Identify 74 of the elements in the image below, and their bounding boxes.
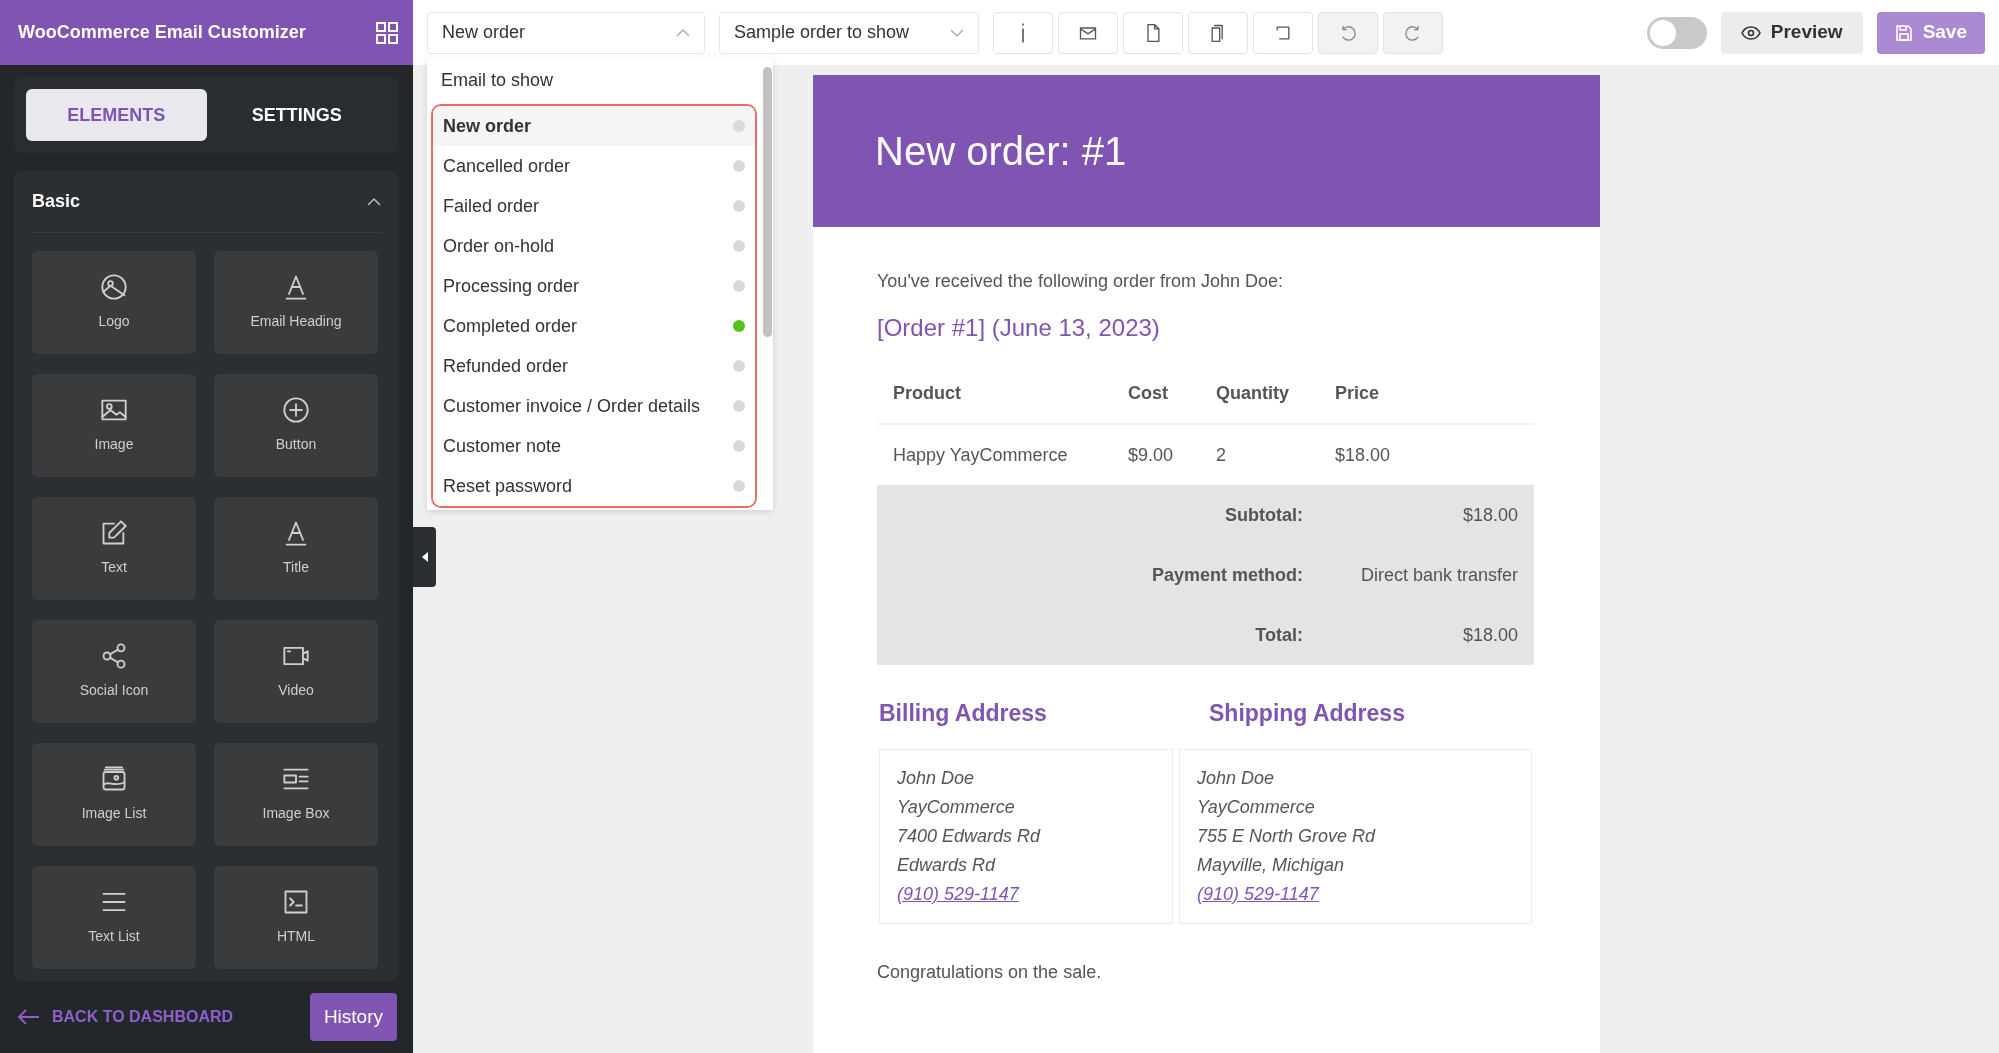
- table-cell: $18.00: [1319, 424, 1534, 485]
- image-stack-icon: [100, 765, 128, 793]
- toolbar-button[interactable]: [1123, 11, 1183, 54]
- column-header: Quantity: [1200, 363, 1319, 424]
- app-title: WooCommerce Email Customizer: [18, 21, 306, 44]
- section-title: Basic: [32, 190, 81, 213]
- phone-link[interactable]: (910) 529-1147: [897, 884, 1019, 904]
- table-cell: $9.00: [1112, 424, 1200, 485]
- address-line: Edwards Rd: [897, 855, 996, 875]
- address-title: Shipping Address: [1209, 700, 1405, 726]
- address-line: 7400 Edwards Rd: [897, 826, 1041, 846]
- history-button[interactable]: History: [309, 992, 397, 1042]
- plus-circle-icon: [282, 396, 310, 424]
- element-tile[interactable]: Email Heading: [214, 251, 378, 354]
- address-title: Billing Address: [879, 700, 1047, 726]
- toolbar-button[interactable]: [1058, 11, 1118, 54]
- address-line: 755 E North Grove Rd: [1197, 826, 1376, 846]
- phone-link[interactable]: (910) 529-1147: [1197, 884, 1319, 904]
- total-label: Subtotal:: [877, 485, 1319, 545]
- total-value: $18.00: [1319, 605, 1534, 665]
- order-link[interactable]: [Order #1] (June 13, 2023): [877, 314, 1160, 341]
- element-tile[interactable]: Image: [32, 374, 196, 477]
- element-tile[interactable]: Text: [32, 497, 196, 600]
- eye-icon: [1740, 25, 1761, 40]
- table-cell: 2: [1200, 424, 1319, 485]
- tab[interactable]: SETTINGS: [206, 89, 387, 141]
- element-tile[interactable]: Social Icon: [32, 620, 196, 723]
- tab[interactable]: ELEMENTS: [26, 89, 207, 141]
- edit-icon: [100, 519, 128, 547]
- total-value: $18.00: [1319, 485, 1534, 545]
- image-circle-icon: [100, 273, 128, 301]
- column-header: Product: [877, 363, 1112, 424]
- address-line: YayCommerce: [897, 797, 1015, 817]
- element-tile[interactable]: Image List: [32, 743, 196, 846]
- column-header: Price: [1319, 363, 1534, 424]
- total-label: Payment method:: [877, 545, 1319, 605]
- table-cell: Happy YayCommerce: [877, 424, 1112, 485]
- element-tile[interactable]: Text List: [32, 866, 196, 969]
- column-header: Cost: [1112, 363, 1200, 424]
- chevron-icon: [950, 28, 964, 37]
- total-value: Direct bank transfer: [1319, 545, 1534, 605]
- chevron-icon[interactable]: [367, 197, 381, 206]
- total-label: Total:: [877, 605, 1319, 665]
- preview-button[interactable]: Preview: [1720, 11, 1863, 54]
- caret-icon: [420, 552, 429, 562]
- address-line: John Doe: [897, 768, 975, 788]
- terminal-icon: [282, 888, 310, 916]
- share-icon: [100, 642, 128, 670]
- toggle-switch[interactable]: [1646, 16, 1707, 49]
- arrow-left-icon: [18, 1009, 40, 1025]
- menu-header: Email to show: [440, 69, 555, 92]
- collapse-button[interactable]: [413, 527, 436, 587]
- chevron-icon: [676, 28, 690, 37]
- sample-select[interactable]: Sample order to show: [719, 11, 979, 54]
- address-line: YayCommerce: [1197, 797, 1315, 817]
- element-tile[interactable]: Logo: [32, 251, 196, 354]
- save-icon: [1894, 23, 1913, 42]
- email-select[interactable]: New order: [427, 11, 705, 54]
- element-tile[interactable]: HTML: [214, 866, 378, 969]
- email-heading: New order: #1: [813, 75, 1600, 227]
- info-icon: [1021, 21, 1025, 44]
- address-line: Mayville, Michigan: [1197, 855, 1345, 875]
- scrollbar-thumb[interactable]: [763, 67, 772, 337]
- toolbar-button[interactable]: [1188, 11, 1248, 54]
- grid-icon[interactable]: [375, 20, 399, 45]
- menu-item[interactable]: New order: [433, 106, 755, 146]
- element-tile[interactable]: Title: [214, 497, 378, 600]
- address-line: John Doe: [1197, 768, 1275, 788]
- closing-text: Congratulations on the sale.: [877, 962, 1102, 982]
- intro-text: You've received the following order from John Doe:: [877, 270, 1284, 293]
- element-tile[interactable]: Button: [214, 374, 378, 477]
- toolbar-button[interactable]: [1253, 11, 1313, 54]
- element-tile[interactable]: Image Box: [214, 743, 378, 846]
- element-tile[interactable]: Video: [214, 620, 378, 723]
